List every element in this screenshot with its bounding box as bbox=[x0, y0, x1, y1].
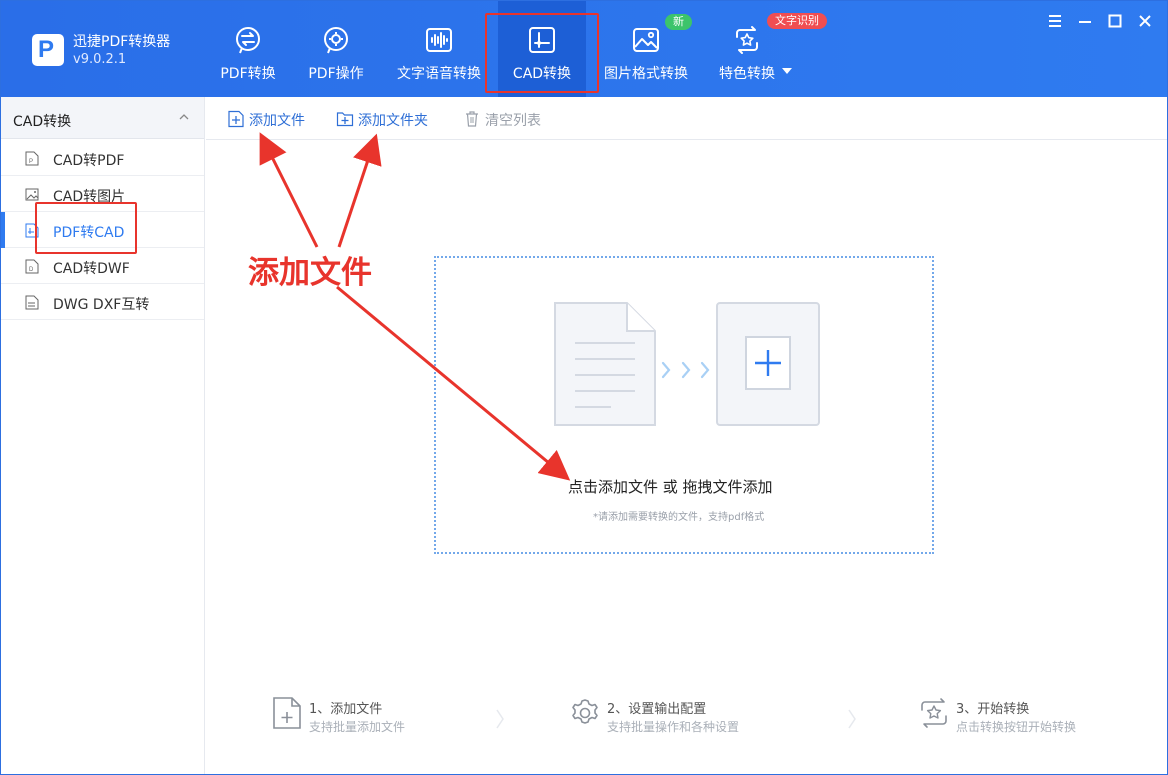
file-d-icon: D bbox=[25, 259, 39, 274]
step-title: 2、设置输出配置 bbox=[607, 702, 707, 717]
svg-text:D: D bbox=[29, 267, 34, 273]
minimize-icon[interactable] bbox=[1075, 11, 1095, 31]
arrow-to-add-file bbox=[259, 132, 319, 248]
add-file-button[interactable]: 添加文件 bbox=[227, 109, 317, 129]
step-desc: 点击转换按钮开始转换 bbox=[956, 720, 1077, 734]
sidebar-item-dwg-dxf[interactable]: DWG DXF互转 bbox=[1, 284, 204, 320]
tab-label: PDF操作 bbox=[308, 66, 364, 82]
add-folder-icon bbox=[336, 112, 354, 127]
sidebar-header-label: CAD转换 bbox=[13, 114, 72, 130]
arrow-chevrons-icon bbox=[661, 361, 710, 379]
tab-label: 特色转换 bbox=[719, 66, 775, 82]
active-indicator bbox=[1, 212, 5, 248]
clear-list-label: 清空列表 bbox=[485, 113, 541, 129]
chevron-right-icon bbox=[848, 709, 856, 729]
add-file-label: 添加文件 bbox=[249, 113, 305, 129]
add-box-icon bbox=[716, 302, 820, 426]
app-version: v9.0.2.1 bbox=[73, 52, 127, 67]
convert-step-icon bbox=[921, 698, 947, 728]
sidebar-item-label: CAD转PDF bbox=[53, 153, 125, 169]
tab-text-voice[interactable]: 文字语音转换 bbox=[391, 1, 487, 97]
file-p-icon: P bbox=[25, 151, 39, 166]
file-image-icon bbox=[25, 188, 39, 201]
sidebar: CAD转换 P CAD转PDF CAD转图片 PDF转CAD D CAD转DWF… bbox=[1, 97, 205, 774]
toolbar: 添加文件 添加文件夹 清空列表 bbox=[206, 97, 1167, 140]
file-swap-icon bbox=[25, 295, 39, 310]
annotation-label: 添加文件 bbox=[248, 255, 372, 291]
step-desc: 支持批量添加文件 bbox=[309, 720, 406, 734]
clear-list-button[interactable]: 清空列表 bbox=[463, 109, 553, 129]
special-convert-icon bbox=[736, 26, 758, 54]
trash-icon bbox=[466, 111, 478, 127]
chevron-down-icon[interactable] bbox=[782, 68, 792, 74]
maximize-icon[interactable] bbox=[1105, 11, 1125, 31]
menu-icon[interactable] bbox=[1045, 11, 1065, 31]
document-icon bbox=[554, 302, 656, 426]
step-desc: 支持批量操作和各种设置 bbox=[607, 720, 740, 734]
pdf-convert-icon bbox=[236, 27, 260, 54]
drop-illustration bbox=[554, 302, 820, 426]
new-badge: 新 bbox=[665, 14, 692, 30]
app-window: P 迅捷PDF转换器 v9.0.2.1 PDF转换 PDF操作 文字语音转换 C… bbox=[0, 0, 1168, 775]
pdf-operate-icon bbox=[324, 27, 348, 54]
chevron-right-icon bbox=[496, 709, 504, 729]
tab-pdf-convert[interactable]: PDF转换 bbox=[208, 1, 288, 97]
arrow-to-add-folder bbox=[337, 133, 382, 248]
svg-text:P: P bbox=[29, 159, 33, 165]
ocr-badge[interactable]: 文字识别 bbox=[767, 13, 827, 29]
add-file-icon bbox=[228, 110, 244, 128]
sidebar-header[interactable]: CAD转换 bbox=[1, 97, 204, 139]
app-title: 迅捷PDF转换器 bbox=[73, 34, 171, 50]
add-folder-button[interactable]: 添加文件夹 bbox=[336, 109, 436, 129]
sidebar-highlight-box bbox=[35, 202, 137, 254]
step-title: 1、添加文件 bbox=[309, 702, 383, 717]
header-bar: P 迅捷PDF转换器 v9.0.2.1 PDF转换 PDF操作 文字语音转换 C… bbox=[1, 1, 1167, 97]
sidebar-item-cad-to-pdf[interactable]: P CAD转PDF bbox=[1, 140, 204, 176]
close-icon[interactable] bbox=[1135, 11, 1155, 31]
voice-wave-icon bbox=[426, 28, 452, 52]
add-folder-label: 添加文件夹 bbox=[358, 113, 428, 129]
dropzone-hint-text: *请添加需要转换的文件，支持pdf格式 bbox=[593, 512, 765, 523]
tab-pdf-operate[interactable]: PDF操作 bbox=[296, 1, 376, 97]
sidebar-item-label: DWG DXF互转 bbox=[53, 297, 150, 313]
tab-label: PDF转换 bbox=[220, 66, 276, 82]
sidebar-item-label: CAD转DWF bbox=[53, 261, 130, 277]
tab-label: 图片格式转换 bbox=[604, 66, 688, 82]
app-logo: P bbox=[32, 34, 64, 66]
chevron-up-icon[interactable] bbox=[179, 114, 189, 120]
gear-icon bbox=[572, 699, 598, 724]
step-title: 3、开始转换 bbox=[956, 702, 1030, 717]
tab-label: 文字语音转换 bbox=[397, 66, 481, 82]
add-file-step-icon bbox=[273, 697, 301, 729]
tab-highlight-box bbox=[485, 13, 599, 93]
image-icon bbox=[633, 28, 659, 52]
dropzone-main-text[interactable]: 点击添加文件 或 拖拽文件添加 bbox=[568, 476, 773, 497]
